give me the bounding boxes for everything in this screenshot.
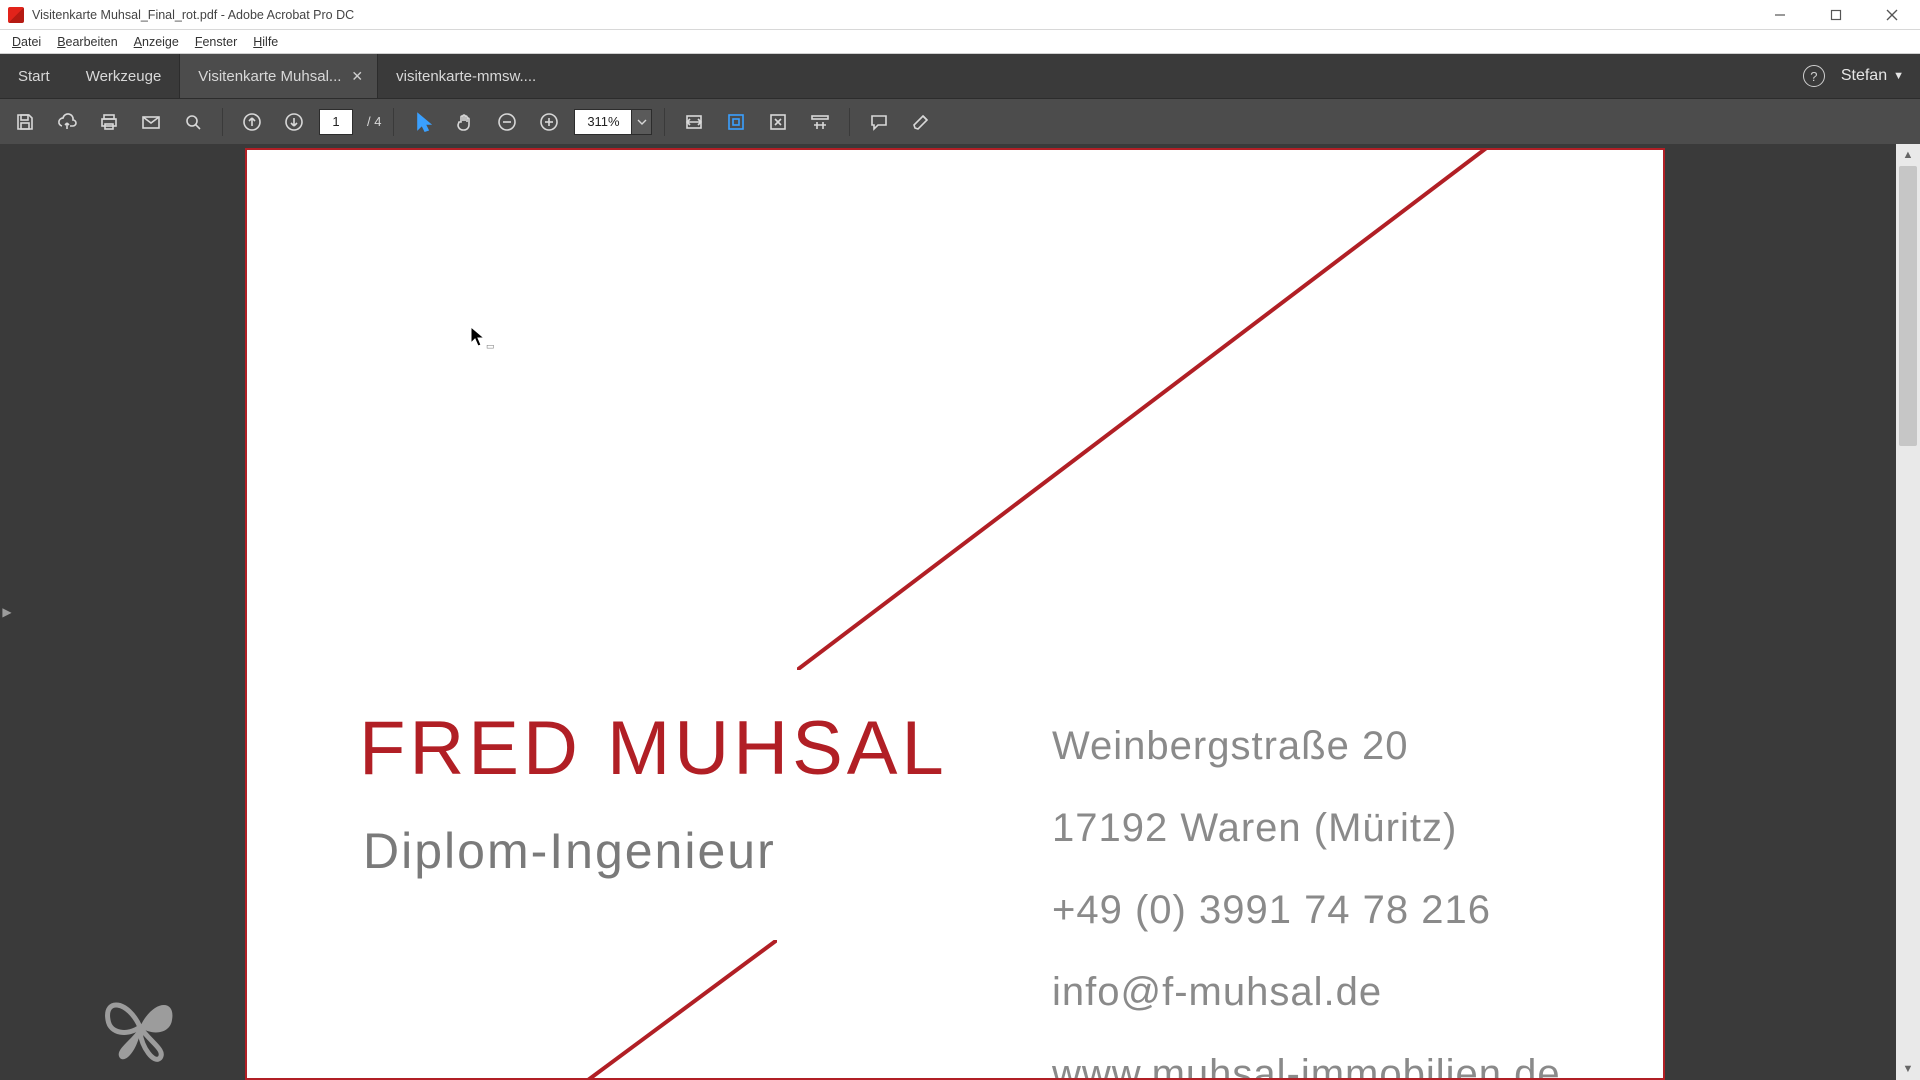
pdf-page[interactable]: FRED MUHSAL Diplom-Ingenieur Weinbergstr… (245, 148, 1665, 1080)
card-contact-block: Weinbergstraße 20 17192 Waren (Müritz) +… (1052, 705, 1561, 1080)
hand-tool-button[interactable] (448, 105, 482, 139)
title-bar: Visitenkarte Muhsal_Final_rot.pdf - Adob… (0, 0, 1920, 30)
butterfly-icon (100, 992, 180, 1062)
card-city: 17192 Waren (Müritz) (1052, 787, 1561, 869)
fit-width-button[interactable] (677, 105, 711, 139)
fit-page-button[interactable] (719, 105, 753, 139)
app-icon (8, 7, 24, 23)
tab-tools[interactable]: Werkzeuge (68, 54, 180, 98)
menu-fenster[interactable]: Fenster (187, 33, 245, 51)
print-button[interactable] (92, 105, 126, 139)
menu-bearbeiten[interactable]: Bearbeiten (49, 33, 125, 51)
zoom-dropdown[interactable] (632, 109, 652, 135)
separator (222, 108, 223, 136)
tab-strip: Start Werkzeuge Visitenkarte Muhsal... ✕… (0, 54, 1920, 98)
vertical-scrollbar[interactable]: ▲ ▼ (1896, 144, 1920, 1080)
zoom-out-button[interactable] (490, 105, 524, 139)
toolbar: / 4 (0, 98, 1920, 144)
email-button[interactable] (134, 105, 168, 139)
document-tab-2[interactable]: visitenkarte-mmsw.... (377, 54, 567, 98)
menu-datei[interactable]: Datei (4, 33, 49, 51)
selection-tool-button[interactable] (406, 105, 440, 139)
menu-bar: Datei Bearbeiten Anzeige Fenster Hilfe (0, 30, 1920, 54)
left-panel-toggle[interactable]: ▶ (0, 144, 14, 1080)
separator (393, 108, 394, 136)
diagonal-line-lower (245, 940, 777, 1080)
menu-hilfe[interactable]: Hilfe (245, 33, 286, 51)
separator (664, 108, 665, 136)
window-controls (1752, 0, 1920, 30)
maximize-button[interactable] (1808, 0, 1864, 30)
diagonal-line-upper (797, 148, 1497, 670)
card-street: Weinbergstraße 20 (1052, 705, 1561, 787)
zoom-input[interactable] (574, 109, 632, 135)
page-total-label: / 4 (367, 114, 381, 129)
user-name: Stefan (1841, 67, 1887, 85)
tab-start[interactable]: Start (0, 54, 68, 98)
scroll-down-button[interactable]: ▼ (1896, 1058, 1920, 1080)
chevron-down-icon: ▼ (1893, 70, 1904, 82)
document-area: ▶ ◀ ▲ ▼ FRED MUHSAL Diplom-Ingenieur Wei… (0, 144, 1920, 1080)
zoom-in-button[interactable] (532, 105, 566, 139)
search-button[interactable] (176, 105, 210, 139)
account-menu[interactable]: Stefan ▼ (1841, 67, 1904, 85)
comment-button[interactable] (862, 105, 896, 139)
scrollbar-track[interactable] (1896, 166, 1920, 1058)
scrollbar-thumb[interactable] (1899, 166, 1917, 446)
card-person-title: Diplom-Ingenieur (363, 822, 776, 880)
scroll-up-button[interactable]: ▲ (1896, 144, 1920, 166)
window-title: Visitenkarte Muhsal_Final_rot.pdf - Adob… (32, 8, 354, 22)
document-tab-1[interactable]: Visitenkarte Muhsal... ✕ (179, 54, 377, 98)
cloud-upload-button[interactable] (50, 105, 84, 139)
menu-anzeige[interactable]: Anzeige (126, 33, 187, 51)
next-page-button[interactable] (277, 105, 311, 139)
separator (849, 108, 850, 136)
close-tab-icon[interactable]: ✕ (351, 68, 363, 85)
page-number-input[interactable] (319, 109, 353, 135)
save-button[interactable] (8, 105, 42, 139)
close-button[interactable] (1864, 0, 1920, 30)
card-web: www.muhsal-immobilien.de (1052, 1033, 1561, 1080)
read-mode-button[interactable] (803, 105, 837, 139)
card-person-name: FRED MUHSAL (359, 705, 948, 792)
card-email: info@f-muhsal.de (1052, 951, 1561, 1033)
prev-page-button[interactable] (235, 105, 269, 139)
document-tab-label: Visitenkarte Muhsal... (198, 68, 341, 85)
highlight-button[interactable] (904, 105, 938, 139)
minimize-button[interactable] (1752, 0, 1808, 30)
actual-size-button[interactable] (761, 105, 795, 139)
card-phone: +49 (0) 3991 74 78 216 (1052, 869, 1561, 951)
document-tab-label: visitenkarte-mmsw.... (396, 68, 536, 85)
help-icon[interactable]: ? (1803, 65, 1825, 87)
